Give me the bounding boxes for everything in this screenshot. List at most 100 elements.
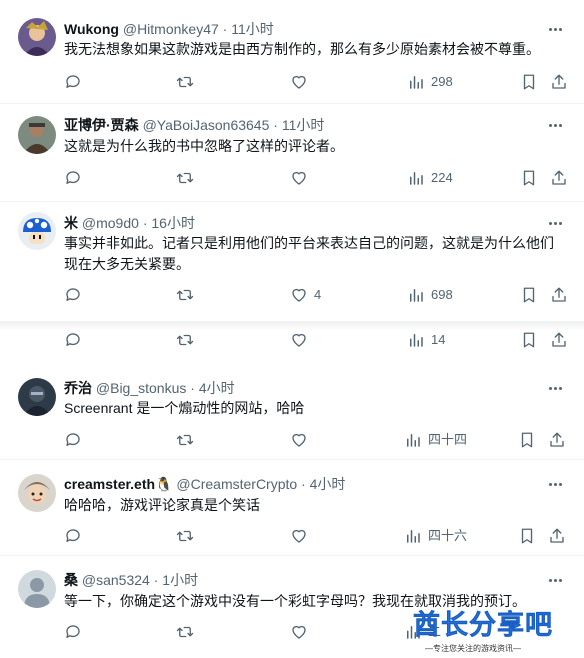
user-handle[interactable]: @Hitmonkey47 bbox=[123, 21, 219, 37]
user-handle[interactable]: @CreamsterCrypto bbox=[176, 476, 297, 492]
bookmark-button[interactable] bbox=[520, 330, 538, 350]
views-button[interactable]: 四十四 bbox=[404, 430, 467, 450]
tweet-header: 米 @mo9d0 · 16小时 bbox=[64, 214, 544, 232]
share-icon bbox=[552, 332, 566, 347]
share-icon bbox=[550, 432, 564, 447]
retweet-button[interactable] bbox=[176, 330, 194, 350]
like-button[interactable] bbox=[290, 330, 308, 350]
more-options-icon[interactable] bbox=[546, 379, 564, 397]
reply-icon bbox=[66, 625, 80, 638]
more-options-icon[interactable] bbox=[546, 20, 564, 38]
share-icon bbox=[550, 528, 564, 543]
views-button[interactable]: 298 bbox=[407, 72, 453, 92]
share-button[interactable] bbox=[550, 168, 568, 188]
separator-dot: · bbox=[301, 476, 306, 492]
bookmark-button[interactable] bbox=[518, 430, 536, 450]
like-button[interactable] bbox=[290, 168, 314, 188]
views-button[interactable]: 224 bbox=[407, 168, 453, 188]
bookmark-button[interactable] bbox=[518, 526, 536, 546]
reply-tweet[interactable]: 米 @mo9d0 · 16小时 事实并非如此。记者只是利用他们的平台来表达自己的… bbox=[0, 202, 584, 322]
mushroom-avatar[interactable] bbox=[18, 212, 56, 250]
views-chart-icon bbox=[407, 530, 420, 543]
anime-character-avatar[interactable] bbox=[18, 18, 56, 56]
bookmark-button[interactable] bbox=[520, 72, 538, 92]
reply-button[interactable] bbox=[64, 168, 82, 188]
timestamp[interactable]: 4小时 bbox=[199, 380, 235, 396]
reply-button[interactable] bbox=[64, 622, 82, 642]
tweet-header: 乔治 @Big_stonkus · 4小时 bbox=[64, 379, 544, 397]
display-name[interactable]: Wukong bbox=[64, 21, 119, 37]
timestamp[interactable]: 1小时 bbox=[162, 572, 198, 588]
retweet-button[interactable] bbox=[176, 622, 194, 642]
share-button[interactable] bbox=[550, 72, 568, 92]
heart-icon bbox=[292, 171, 306, 185]
reply-button[interactable] bbox=[64, 330, 82, 350]
furry-hat-avatar[interactable] bbox=[18, 474, 56, 512]
reply-button[interactable] bbox=[64, 526, 82, 546]
reply-tweet[interactable]: 乔治 @Big_stonkus · 4小时 Screenrant 是一个煽动性的… bbox=[0, 364, 584, 460]
tweet-actions: 四十四 bbox=[64, 430, 564, 450]
share-icon bbox=[552, 74, 566, 89]
like-button[interactable] bbox=[290, 526, 314, 546]
views-button[interactable]: 14 bbox=[407, 330, 445, 350]
retweet-button[interactable] bbox=[176, 285, 194, 305]
more-options-icon[interactable] bbox=[546, 571, 564, 589]
cropped-tweet-row: 14 bbox=[0, 322, 584, 358]
share-button[interactable] bbox=[548, 430, 566, 450]
timestamp[interactable]: 16小时 bbox=[151, 215, 195, 231]
bookmark-button[interactable] bbox=[520, 168, 538, 188]
display-name[interactable]: 亚博伊·贾森 bbox=[64, 117, 139, 133]
retweet-button[interactable] bbox=[176, 526, 194, 546]
retweet-icon bbox=[176, 76, 194, 88]
bookmark-button[interactable] bbox=[520, 285, 538, 305]
views-button[interactable]: 四十六 bbox=[404, 526, 467, 546]
display-name[interactable]: 米 bbox=[64, 215, 78, 231]
user-handle[interactable]: @san5324 bbox=[82, 572, 150, 588]
like-button[interactable] bbox=[290, 622, 314, 642]
user-handle[interactable]: @mo9d0 bbox=[82, 215, 139, 231]
like-button[interactable]: 4 bbox=[290, 285, 321, 305]
like-button[interactable] bbox=[290, 72, 314, 92]
retweet-button[interactable] bbox=[176, 168, 194, 188]
tweet-text: 我无法想象如果这款游戏是由西方制作的，那么有多少原始素材会被不尊重。 bbox=[64, 41, 540, 57]
timestamp[interactable]: 11小时 bbox=[282, 117, 325, 133]
share-button[interactable] bbox=[550, 330, 568, 350]
reply-tweet[interactable]: 亚博伊·贾森 @YaBoiJason63645 · 11小时 这就是为什么我的书… bbox=[0, 104, 584, 202]
retweet-button[interactable] bbox=[176, 430, 194, 450]
like-button[interactable] bbox=[290, 430, 314, 450]
site-watermark: 酋长分享吧 —专注您关注的游戏资讯— bbox=[405, 606, 583, 658]
reply-button[interactable] bbox=[64, 285, 82, 305]
retweet-button[interactable] bbox=[176, 72, 194, 92]
user-handle[interactable]: @Big_stonkus bbox=[96, 380, 186, 396]
more-options-icon[interactable] bbox=[546, 116, 564, 134]
separator-dot: · bbox=[142, 215, 148, 231]
share-button[interactable] bbox=[550, 285, 568, 305]
reply-tweet[interactable]: creamster.eth🐧 @CreamsterCrypto · 4小时 哈哈… bbox=[0, 460, 584, 556]
reply-button[interactable] bbox=[64, 430, 82, 450]
bookmark-icon bbox=[523, 170, 535, 186]
reply-button[interactable] bbox=[64, 72, 82, 92]
timestamp[interactable]: 4小时 bbox=[310, 476, 346, 492]
separator-dot: · bbox=[190, 380, 195, 396]
views-chart-icon bbox=[410, 172, 423, 185]
soldier-avatar[interactable] bbox=[18, 116, 56, 154]
views-button[interactable]: 698 bbox=[407, 285, 453, 305]
more-options-icon[interactable] bbox=[546, 475, 564, 493]
timestamp[interactable]: 11小时 bbox=[231, 21, 274, 37]
user-handle[interactable]: @YaBoiJason63645 bbox=[143, 117, 270, 133]
like-count: 4 bbox=[314, 287, 322, 302]
tweet-header: Wukong @Hitmonkey47 · 11小时 bbox=[64, 20, 544, 38]
default-profile-avatar[interactable] bbox=[18, 570, 56, 608]
separator-dot: · bbox=[273, 117, 278, 133]
display-name[interactable]: creamster.eth🐧 bbox=[64, 476, 173, 492]
display-name[interactable]: 桑 bbox=[64, 572, 78, 588]
share-button[interactable] bbox=[548, 526, 566, 546]
more-options-icon[interactable] bbox=[546, 214, 564, 232]
reply-tweet[interactable]: Wukong @Hitmonkey47 · 11小时 我无法想象如果这款游戏是由… bbox=[0, 0, 584, 104]
display-name[interactable]: 乔治 bbox=[64, 380, 92, 396]
retweet-icon bbox=[176, 289, 194, 301]
bookmark-icon bbox=[521, 432, 533, 448]
retweet-icon bbox=[176, 434, 194, 446]
dark-hood-avatar[interactable] bbox=[18, 378, 56, 416]
reply-icon bbox=[66, 75, 80, 88]
